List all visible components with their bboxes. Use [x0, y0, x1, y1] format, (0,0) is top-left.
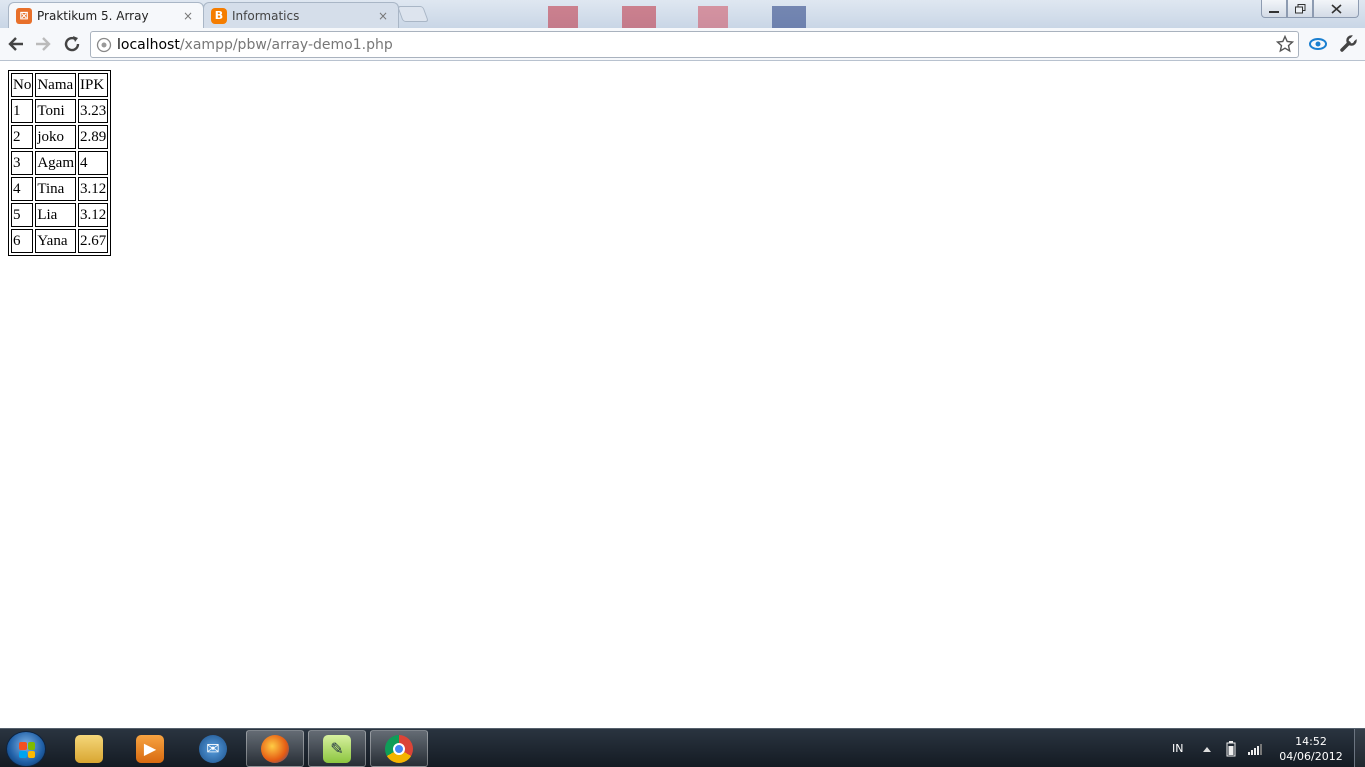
taskbar-thunderbird[interactable]: ✉	[184, 730, 242, 767]
chrome-icon	[385, 734, 413, 763]
address-bar[interactable]: localhost/xampp/pbw/array-demo1.php	[90, 31, 1299, 58]
window-controls	[1261, 0, 1359, 18]
forward-arrow-icon	[36, 37, 51, 51]
student-table: No Nama IPK 1 Toni 3.23 2 joko 2.89 3 Ag…	[8, 70, 112, 256]
background-decor	[548, 6, 578, 28]
cell-no: 1	[11, 99, 34, 123]
restore-button[interactable]	[1287, 0, 1313, 18]
taskbar-notepad-plus-plus[interactable]: ✎	[308, 730, 366, 767]
cell-nama: Agam	[35, 151, 77, 175]
cell-no: 6	[11, 229, 34, 253]
table-row: 6 Yana 2.67	[11, 229, 109, 253]
reload-button[interactable]	[61, 33, 83, 55]
windows-taskbar: ▶ ✉ ✎ IN 14:52 04/06/2012	[0, 728, 1365, 767]
url-path: /xampp/pbw/array-demo1.php	[179, 36, 393, 53]
tab-label: Informatics	[232, 8, 300, 23]
browser-toolbar: localhost/xampp/pbw/array-demo1.php	[0, 28, 1365, 61]
windows-logo-icon	[19, 742, 35, 758]
table-header-row: No Nama IPK	[11, 73, 109, 97]
firefox-icon	[261, 734, 289, 763]
cell-no: 4	[11, 177, 34, 201]
reload-icon	[64, 36, 80, 52]
cell-ipk: 3.12	[78, 203, 109, 227]
chevron-up-icon	[1203, 746, 1211, 752]
tray-overflow-button[interactable]	[1202, 729, 1212, 767]
notepad-plus-plus-icon: ✎	[323, 734, 351, 763]
page-content: No Nama IPK 1 Toni 3.23 2 joko 2.89 3 Ag…	[0, 62, 1365, 728]
restore-icon	[1294, 3, 1305, 13]
cell-no: 2	[11, 125, 34, 149]
battery-tray[interactable]	[1226, 729, 1236, 767]
bookmark-star-icon[interactable]	[1275, 34, 1295, 58]
tab-label: Praktikum 5. Array	[37, 8, 149, 23]
table-row: 4 Tina 3.12	[11, 177, 109, 201]
cell-ipk: 2.89	[78, 125, 109, 149]
taskbar-chrome[interactable]	[370, 730, 428, 767]
blogger-icon: B	[211, 7, 227, 24]
globe-icon	[96, 37, 112, 53]
back-button[interactable]	[5, 33, 27, 55]
cell-nama: Lia	[35, 203, 77, 227]
battery-icon	[1226, 740, 1236, 756]
extension-icon[interactable]	[1308, 34, 1328, 54]
cell-nama: Yana	[35, 229, 77, 253]
clock-time: 14:52	[1295, 735, 1327, 748]
cell-nama: Tina	[35, 177, 77, 201]
signal-icon	[1248, 743, 1262, 755]
cell-nama: Toni	[35, 99, 77, 123]
clock-date: 04/06/2012	[1279, 750, 1343, 763]
close-icon[interactable]: ×	[376, 9, 390, 23]
header-ipk: IPK	[78, 73, 109, 97]
cell-no: 5	[11, 203, 34, 227]
cell-ipk: 3.23	[78, 99, 109, 123]
minimize-icon	[1269, 10, 1279, 13]
close-icon[interactable]: ×	[181, 9, 195, 23]
close-window-button[interactable]	[1313, 0, 1359, 18]
header-nama: Nama	[35, 73, 77, 97]
taskbar-media-player[interactable]: ▶	[121, 730, 179, 767]
language-indicator[interactable]: IN	[1172, 729, 1183, 767]
wrench-icon[interactable]	[1338, 34, 1358, 54]
cell-no: 3	[11, 151, 34, 175]
system-clock[interactable]: 14:52 04/06/2012	[1272, 734, 1350, 764]
language-text: IN	[1172, 742, 1184, 755]
header-no: No	[11, 73, 34, 97]
cell-ipk: 2.67	[78, 229, 109, 253]
url-text: localhost/xampp/pbw/array-demo1.php	[117, 37, 393, 53]
browser-titlebar: ⊠ Praktikum 5. Array × B Informatics ×	[0, 0, 1365, 28]
tab-informatics[interactable]: B Informatics ×	[203, 2, 399, 28]
url-host: localhost	[117, 36, 180, 53]
xampp-icon: ⊠	[16, 7, 32, 24]
back-arrow-icon	[8, 37, 23, 51]
network-tray[interactable]	[1248, 729, 1262, 767]
new-tab-button[interactable]	[397, 6, 429, 22]
table-row: 1 Toni 3.23	[11, 99, 109, 123]
cell-ipk: 4	[78, 151, 109, 175]
background-decor	[772, 6, 806, 28]
table-row: 3 Agam 4	[11, 151, 109, 175]
tab-praktikum[interactable]: ⊠ Praktikum 5. Array ×	[8, 2, 204, 28]
windows-explorer-icon	[75, 734, 103, 763]
taskbar-firefox[interactable]	[246, 730, 304, 767]
background-decor	[622, 6, 656, 28]
minimize-button[interactable]	[1261, 0, 1287, 18]
cell-nama: joko	[35, 125, 77, 149]
media-player-icon: ▶	[136, 734, 164, 763]
show-desktop-button[interactable]	[1354, 729, 1365, 767]
cell-ipk: 3.12	[78, 177, 109, 201]
forward-button[interactable]	[32, 33, 54, 55]
start-button[interactable]	[6, 731, 46, 767]
table-row: 2 joko 2.89	[11, 125, 109, 149]
taskbar-explorer[interactable]	[60, 730, 118, 767]
background-decor	[698, 6, 728, 28]
thunderbird-icon: ✉	[199, 734, 227, 763]
close-icon	[1330, 3, 1342, 14]
table-row: 5 Lia 3.12	[11, 203, 109, 227]
